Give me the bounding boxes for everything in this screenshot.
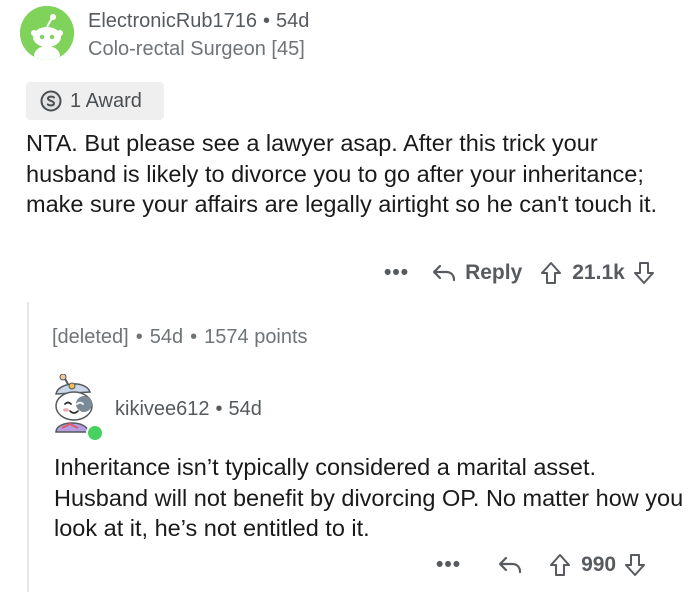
- avatar[interactable]: [20, 6, 74, 60]
- comment-username[interactable]: ElectronicRub1716: [88, 10, 257, 32]
- vote-controls: 21.1k: [540, 261, 655, 285]
- meta-separator: •: [263, 10, 271, 32]
- deleted-age: 54d: [149, 326, 184, 348]
- reply-button[interactable]: Reply: [431, 261, 522, 285]
- comment-body: NTA. But please see a lawyer asap. After…: [26, 130, 658, 217]
- reply-username[interactable]: kikivee612: [115, 398, 210, 420]
- deleted-comment-meta: [deleted] • 54d • 1574 points: [52, 326, 308, 349]
- reply-meta: kikivee612 • 54d: [115, 398, 262, 421]
- upvote-icon[interactable]: [549, 553, 571, 577]
- reply-arrow-icon: [498, 556, 522, 574]
- comment-age: 54d: [276, 10, 310, 32]
- award-badge[interactable]: 1 Award: [26, 82, 164, 120]
- upvote-icon[interactable]: [540, 261, 562, 285]
- user-flair: Colo-rectal Surgeon [45]: [88, 38, 305, 60]
- downvote-icon[interactable]: [624, 553, 646, 577]
- meta-separator: •: [190, 326, 198, 348]
- vote-score: 21.1k: [572, 261, 625, 284]
- reply-arrow-icon: [432, 264, 456, 282]
- deleted-username: [deleted]: [52, 326, 129, 348]
- more-options-button[interactable]: •••: [436, 553, 461, 577]
- downvote-icon[interactable]: [633, 261, 655, 285]
- reply-actions: ••• 990: [436, 550, 646, 580]
- vote-score: 990: [581, 553, 617, 576]
- more-options-button[interactable]: •••: [384, 261, 409, 285]
- reply-age: 54d: [228, 398, 262, 420]
- reply-button[interactable]: [497, 555, 523, 575]
- thread-line[interactable]: [27, 302, 29, 592]
- reply-label: Reply: [465, 261, 523, 284]
- comment-meta: ElectronicRub1716 • 54d: [88, 10, 309, 33]
- reply-body: Inheritance isn’t typically considered a…: [54, 454, 684, 541]
- deleted-points: 1574 points: [204, 326, 308, 348]
- meta-separator: •: [135, 326, 143, 348]
- comment-actions: ••• Reply 21.1k: [384, 258, 655, 288]
- meta-separator: •: [215, 398, 223, 420]
- snoo-avatar-icon: [20, 6, 74, 60]
- award-label: 1 Award: [70, 89, 142, 112]
- vote-controls: 990: [549, 553, 646, 577]
- online-status-indicator: [86, 424, 104, 442]
- silver-award-icon: [40, 90, 62, 112]
